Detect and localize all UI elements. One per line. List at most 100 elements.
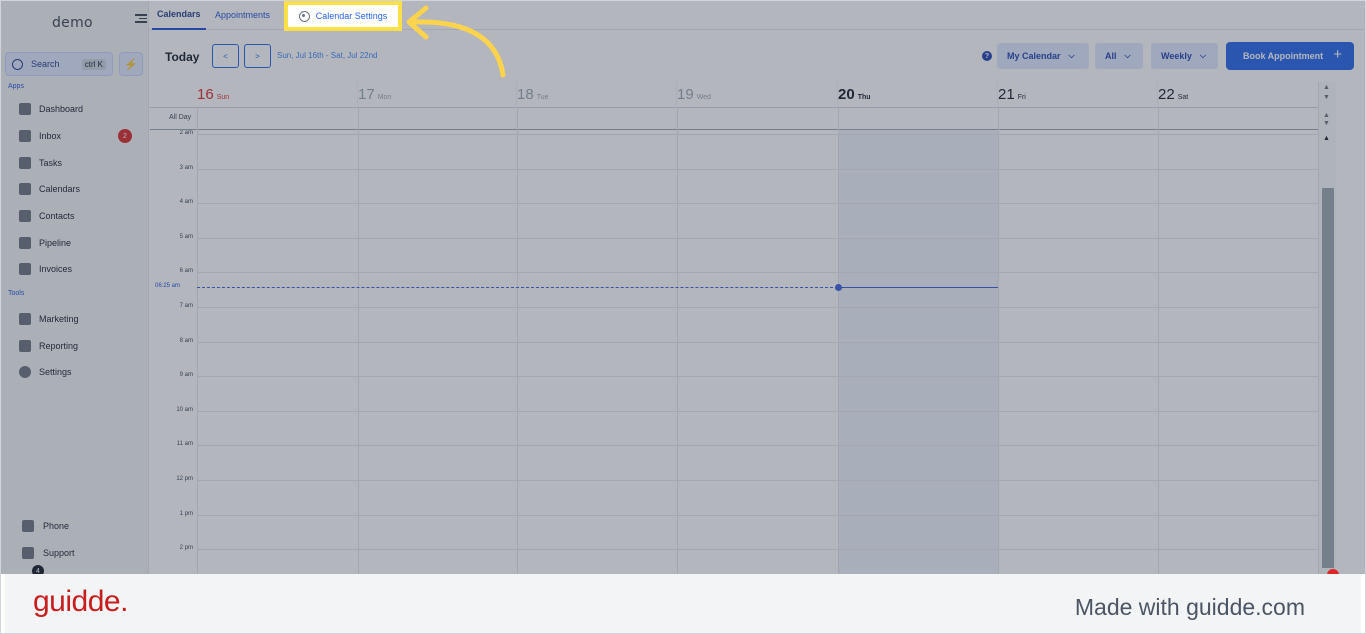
invoice-icon — [19, 263, 31, 275]
sidebar-item-label: Phone — [43, 521, 70, 531]
hour-label: 2 am — [179, 130, 193, 136]
help-icon[interactable]: ? — [982, 51, 992, 61]
day-number: 16 — [197, 86, 214, 103]
filter-select[interactable]: All ⌵ — [1095, 43, 1143, 69]
calendar-scrollbar[interactable]: ▲ ▼ ▲ ▼ ▲ — [1318, 82, 1336, 574]
sidebar-item-phone[interactable]: Phone — [22, 518, 69, 534]
tab-calendar-settings[interactable]: Calendar Settings — [284, 1, 402, 31]
sidebar-collapse-icon[interactable] — [135, 12, 147, 24]
scroll-up-arrow-icon[interactable]: ▲ — [1323, 84, 1330, 91]
day-name: Tue — [536, 94, 549, 101]
today-button[interactable]: Today — [165, 50, 199, 64]
today-column-highlight — [838, 130, 998, 574]
hour-line — [197, 376, 1318, 378]
pie-chart-icon — [19, 340, 31, 352]
search-input[interactable]: Search ctrl K — [5, 52, 113, 76]
view-select-value: Weekly — [1161, 51, 1192, 61]
calendar-icon — [19, 183, 31, 195]
hour-label: 7 am — [179, 303, 193, 309]
sidebar-item-support[interactable]: Support — [22, 545, 75, 561]
sidebar-item-inbox[interactable]: Inbox 2 — [19, 128, 132, 144]
brand-logo: guidde. — [33, 585, 128, 618]
hour-line — [197, 341, 1318, 343]
sidebar-item-reporting[interactable]: Reporting — [19, 338, 78, 354]
day-header-fri[interactable]: 21 Fri — [998, 86, 1026, 103]
sidebar-item-label: Settings — [39, 367, 72, 377]
previous-week-button[interactable]: < — [212, 44, 239, 68]
week-time-grid[interactable]: 2 am 3 am 4 am 5 am 6 am 7 am 8 am 9 am 10 am 11 … — [150, 130, 1318, 574]
day-header-thu[interactable]: 20 Thu — [838, 86, 871, 103]
settings-gear-icon — [19, 366, 31, 378]
current-time-line-today — [838, 286, 998, 288]
current-time-label: 06:25 am — [155, 282, 181, 289]
sidebar-item-tasks[interactable]: Tasks — [19, 155, 62, 171]
book-appointment-button[interactable]: Book Appointment + — [1226, 42, 1354, 70]
all-day-row[interactable]: All Day — [150, 108, 1318, 130]
all-day-divider — [1158, 108, 1159, 130]
hour-line — [197, 272, 1318, 274]
column-divider — [677, 130, 678, 574]
sidebar-item-contacts[interactable]: Contacts — [19, 208, 75, 224]
hour-line — [197, 549, 1318, 551]
gear-icon — [298, 10, 310, 22]
hour-line — [197, 237, 1318, 239]
calendar-select[interactable]: My Calendar ⌵ — [997, 43, 1089, 69]
hour-line — [197, 410, 1318, 412]
hour-label: 5 am — [179, 233, 193, 240]
day-name: Mon — [377, 94, 392, 101]
day-name: Fri — [1017, 94, 1026, 101]
scrollbar-thumb[interactable] — [1322, 188, 1334, 568]
day-header-tue[interactable]: 18 Tue — [517, 86, 549, 103]
view-select[interactable]: Weekly ⌵ — [1151, 43, 1218, 69]
day-number: 17 — [358, 86, 375, 103]
bolt-icon: ⚡ — [124, 58, 138, 71]
day-name: Thu — [857, 94, 871, 101]
sidebar-item-calendars[interactable]: Calendars — [19, 181, 80, 197]
sidebar-item-marketing[interactable]: Marketing — [19, 311, 79, 327]
sidebar-item-label: Pipeline — [39, 238, 72, 248]
day-number: 19 — [677, 86, 694, 103]
hour-label: 1 pm — [179, 510, 193, 517]
sidebar-item-label: Marketing — [39, 314, 79, 324]
funnel-icon — [19, 237, 31, 249]
sidebar-item-dashboard[interactable]: Dashboard — [19, 101, 83, 117]
tab-calendars[interactable]: Calendars — [152, 0, 206, 30]
day-divider — [837, 82, 838, 108]
sidebar-item-invoices[interactable]: Invoices — [19, 261, 72, 277]
next-week-button[interactable]: > — [244, 44, 271, 68]
person-icon — [19, 210, 31, 222]
date-range-label: Sun, Jul 16th - Sat, Jul 22nd — [277, 51, 378, 60]
inbox-icon — [19, 130, 31, 142]
sidebar-item-label: Invoices — [39, 264, 73, 274]
hour-line — [197, 134, 1318, 135]
day-number: 21 — [998, 86, 1015, 103]
day-divider — [357, 82, 358, 108]
tab-appointments[interactable]: Appointments — [215, 0, 270, 30]
inbox-badge: 2 — [118, 129, 132, 143]
quick-action-button[interactable]: ⚡ — [119, 52, 143, 76]
hour-label: 9 am — [179, 372, 193, 379]
chevron-down-icon: ⌵ — [1124, 51, 1131, 60]
scroll-down-arrow-icon[interactable]: ▼ — [1323, 120, 1330, 127]
all-day-divider — [358, 108, 359, 130]
day-header-sun[interactable]: 16 Sun — [197, 86, 229, 103]
hour-line — [197, 445, 1318, 447]
scroll-up-arrow-icon[interactable]: ▲ — [1323, 135, 1330, 142]
day-divider — [516, 82, 517, 108]
chat-icon — [22, 547, 34, 559]
hour-line — [197, 480, 1318, 481]
day-header-wed[interactable]: 19 Wed — [677, 86, 711, 103]
day-name: Sun — [216, 94, 230, 101]
app-logo: demo — [52, 15, 93, 31]
sidebar: demo Search ctrl K ⚡ Apps Dashboard Inbo… — [0, 0, 149, 577]
day-header-sat[interactable]: 22 Sat — [1158, 86, 1188, 103]
sidebar-item-pipeline[interactable]: Pipeline — [19, 235, 71, 251]
column-divider — [358, 130, 359, 574]
all-day-divider — [197, 108, 198, 130]
scroll-up-arrow-icon[interactable]: ▲ — [1323, 112, 1330, 119]
sidebar-item-settings[interactable]: Settings — [19, 364, 72, 380]
scroll-down-arrow-icon[interactable]: ▼ — [1323, 94, 1330, 101]
day-header-mon[interactable]: 17 Mon — [358, 86, 391, 103]
hour-label: 10 am — [176, 406, 193, 413]
day-header-row: 16 Sun 17 Mon 18 Tue 19 Wed 20 Thu 21 Fri 22 Sat — [150, 82, 1318, 108]
